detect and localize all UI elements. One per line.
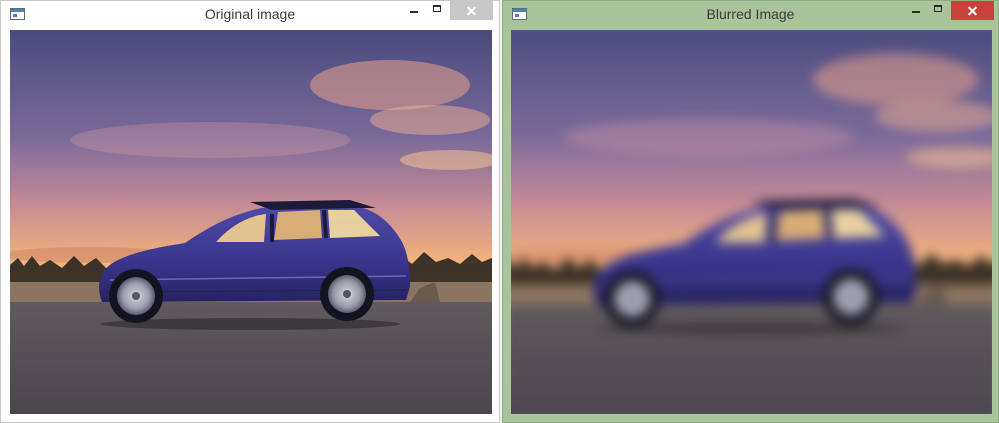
- original-image-window: Original image: [0, 0, 500, 423]
- maximize-button[interactable]: [926, 1, 952, 21]
- blurred-image: [511, 30, 992, 414]
- original-image: [10, 30, 492, 414]
- close-button[interactable]: [450, 1, 493, 20]
- title-bar[interactable]: Blurred Image: [503, 1, 998, 29]
- blurred-image-window: Blurred Image: [502, 0, 999, 423]
- car-photo-blurred: [511, 30, 992, 414]
- close-button[interactable]: [951, 1, 994, 20]
- minimize-button[interactable]: [401, 1, 427, 21]
- title-bar[interactable]: Original image: [1, 1, 499, 29]
- maximize-button[interactable]: [425, 1, 451, 21]
- car-photo: [10, 30, 492, 414]
